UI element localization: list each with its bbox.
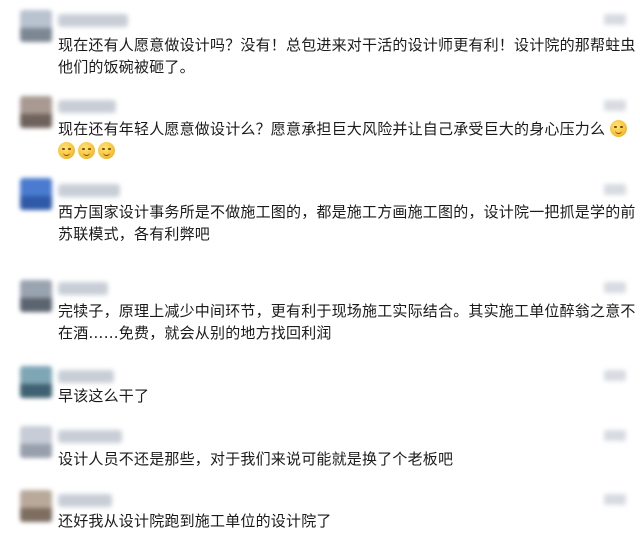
avatar[interactable] [20,10,52,42]
thumbs-up-icon[interactable] [604,100,626,111]
comment-text: 还好我从设计院跑到施工单位的设计院了 [58,510,630,532]
thumbs-up-icon[interactable] [604,14,626,25]
smile-emoji-icon [58,142,75,159]
comment-text: 现在还有年轻人愿意做设计么？愿意承担巨大风险并让自己承受巨大的身心压力么 [58,118,630,162]
nickname-redacted [58,430,122,443]
comment-line: 现在还有人愿意做设计吗？没有！总包进来对干活的设计师更有利！设计院的那帮蛀虫 [58,36,636,54]
comment-text: 完犊子，原理上减少中间环节，更有利于现场施工实际结合。其实施工单位醉翁之意不 在… [58,300,636,344]
comment-line: 设计人员不还是那些，对于我们来说可能就是换了个老板吧 [58,450,454,468]
comment-line: 现在还有年轻人愿意做设计么？愿意承担巨大风险并让自己承受巨大的身心压力么 [58,118,630,140]
comment-line: 他们的饭碗被砸了。 [58,58,195,76]
nickname-redacted [58,100,116,113]
nickname-redacted [58,494,112,507]
avatar[interactable] [20,490,52,522]
thumbs-up-icon[interactable] [604,370,626,381]
smile-emoji-icon [610,120,628,137]
nickname-redacted [58,282,108,295]
comment-text: 设计人员不还是那些，对于我们来说可能就是换了个老板吧 [58,448,630,470]
avatar[interactable] [20,280,52,312]
thumbs-up-icon[interactable] [604,494,626,505]
comment-line: 苏联模式，各有利弊吧 [58,225,211,243]
avatar[interactable] [20,426,52,458]
comment-text: 早该这么干了 [58,385,630,407]
thumbs-up-icon[interactable] [604,282,626,293]
comment-line: 完犊子，原理上减少中间环节，更有利于现场施工实际结合。其实施工单位醉翁之意不 [58,302,636,320]
avatar[interactable] [20,96,52,128]
comment-line: 早该这么干了 [58,387,150,405]
comment-line: 西方国家设计事务所是不做施工图的，都是施工方画施工图的，设计院一把抓是学的前 [58,203,636,221]
avatar[interactable] [20,178,52,210]
comment-line: 在酒……免费，就会从别的地方找回利润 [58,324,332,342]
comment-line: 还好我从设计院跑到施工单位的设计院了 [58,512,332,530]
emoji-row [58,140,630,162]
comment-line-text: 现在还有年轻人愿意做设计么？愿意承担巨大风险并让自己承受巨大的身心压力么 [58,120,606,138]
nickname-redacted [58,14,128,27]
avatar[interactable] [20,366,52,398]
smile-emoji-icon [98,142,115,159]
nickname-redacted [58,184,120,197]
smile-emoji-icon [78,142,95,159]
thumbs-up-icon[interactable] [604,430,626,441]
nickname-redacted [58,370,114,383]
comment-text: 西方国家设计事务所是不做施工图的，都是施工方画施工图的，设计院一把抓是学的前 苏… [58,201,636,245]
thumbs-up-icon[interactable] [604,184,626,195]
comment-text: 现在还有人愿意做设计吗？没有！总包进来对干活的设计师更有利！设计院的那帮蛀虫 他… [58,34,636,78]
